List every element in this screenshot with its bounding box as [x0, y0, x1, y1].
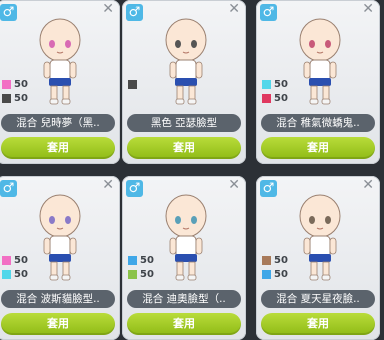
- swatch-ratio-label: 50: [140, 269, 154, 280]
- character-avatar: [39, 194, 81, 281]
- color-swatch: [262, 80, 271, 89]
- color-swatch-list: 50 50: [262, 78, 288, 106]
- swatch-ratio-label: 50: [274, 79, 288, 90]
- apply-button[interactable]: 套用: [1, 137, 115, 159]
- face-card[interactable]: ♂ ✕ 50 50 混合 稚氣微蟜鬼.. 套用: [256, 0, 380, 164]
- color-swatch-list: [128, 78, 140, 92]
- color-swatch-row: 50: [128, 268, 154, 281]
- face-name-label: 黑色 亞瑟臉型: [127, 114, 241, 132]
- close-icon[interactable]: ✕: [228, 178, 240, 192]
- face-name-label: 混合 波斯貓臉型..: [1, 290, 115, 308]
- color-swatch-row: 50: [262, 92, 288, 105]
- color-swatch-list: 50 50: [2, 78, 28, 106]
- apply-button[interactable]: 套用: [261, 313, 375, 335]
- male-gender-icon: ♂: [126, 4, 143, 21]
- color-swatch-row: 50: [128, 254, 154, 267]
- color-swatch-row: 50: [2, 254, 28, 267]
- character-avatar: [299, 18, 341, 105]
- apply-button[interactable]: 套用: [1, 313, 115, 335]
- color-swatch: [2, 256, 11, 265]
- color-swatch-row: 50: [2, 268, 28, 281]
- color-swatch: [128, 80, 137, 89]
- close-icon[interactable]: ✕: [102, 178, 114, 192]
- color-swatch-list: 50 50: [128, 254, 154, 282]
- character-avatar: [299, 194, 341, 281]
- color-swatch-row: 50: [262, 268, 288, 281]
- close-icon[interactable]: ✕: [228, 2, 240, 16]
- male-gender-icon: ♂: [126, 180, 143, 197]
- apply-button[interactable]: 套用: [127, 313, 241, 335]
- color-swatch-row: 50: [2, 78, 28, 91]
- color-swatch-row: 50: [2, 92, 28, 105]
- color-swatch-list: 50 50: [262, 254, 288, 282]
- male-gender-icon: ♂: [260, 4, 277, 21]
- male-gender-icon: ♂: [0, 180, 17, 197]
- apply-button[interactable]: 套用: [261, 137, 375, 159]
- color-swatch: [2, 80, 11, 89]
- face-card[interactable]: ♂ ✕ 黑色 亞瑟臉型 套用: [122, 0, 246, 164]
- character-avatar: [165, 194, 207, 281]
- close-icon[interactable]: ✕: [102, 2, 114, 16]
- face-name-label: 混合 夏天星夜臉..: [261, 290, 375, 308]
- swatch-ratio-label: 50: [140, 255, 154, 266]
- swatch-ratio-label: 50: [14, 269, 28, 280]
- face-card[interactable]: ♂ ✕ 50 50 混合 兒時夢（黑.. 套用: [0, 0, 120, 164]
- swatch-ratio-label: 50: [14, 255, 28, 266]
- color-swatch: [128, 256, 137, 265]
- color-swatch-row: 50: [262, 254, 288, 267]
- male-gender-icon: ♂: [260, 180, 277, 197]
- swatch-ratio-label: 50: [274, 93, 288, 104]
- face-name-label: 混合 兒時夢（黑..: [1, 114, 115, 132]
- close-icon[interactable]: ✕: [362, 2, 374, 16]
- swatch-ratio-label: 50: [14, 93, 28, 104]
- apply-button[interactable]: 套用: [127, 137, 241, 159]
- color-swatch: [2, 270, 11, 279]
- male-gender-icon: ♂: [0, 4, 17, 21]
- close-icon[interactable]: ✕: [362, 178, 374, 192]
- color-swatch: [262, 270, 271, 279]
- face-card[interactable]: ♂ ✕ 50 50 混合 夏天星夜臉.. 套用: [256, 176, 380, 340]
- face-name-label: 混合 稚氣微蟜鬼..: [261, 114, 375, 132]
- color-swatch: [262, 94, 271, 103]
- color-swatch: [2, 94, 11, 103]
- swatch-ratio-label: 50: [274, 269, 288, 280]
- swatch-ratio-label: 50: [274, 255, 288, 266]
- swatch-ratio-label: 50: [14, 79, 28, 90]
- color-swatch: [128, 270, 137, 279]
- color-swatch-list: 50 50: [2, 254, 28, 282]
- color-swatch-row: [128, 78, 140, 91]
- face-name-label: 混合 迪奧臉型（..: [127, 290, 241, 308]
- color-swatch: [262, 256, 271, 265]
- face-card[interactable]: ♂ ✕ 50 50 混合 迪奧臉型（.. 套用: [122, 176, 246, 340]
- color-swatch-row: 50: [262, 78, 288, 91]
- character-avatar: [39, 18, 81, 105]
- character-avatar: [165, 18, 207, 105]
- face-card[interactable]: ♂ ✕ 50 50 混合 波斯貓臉型.. 套用: [0, 176, 120, 340]
